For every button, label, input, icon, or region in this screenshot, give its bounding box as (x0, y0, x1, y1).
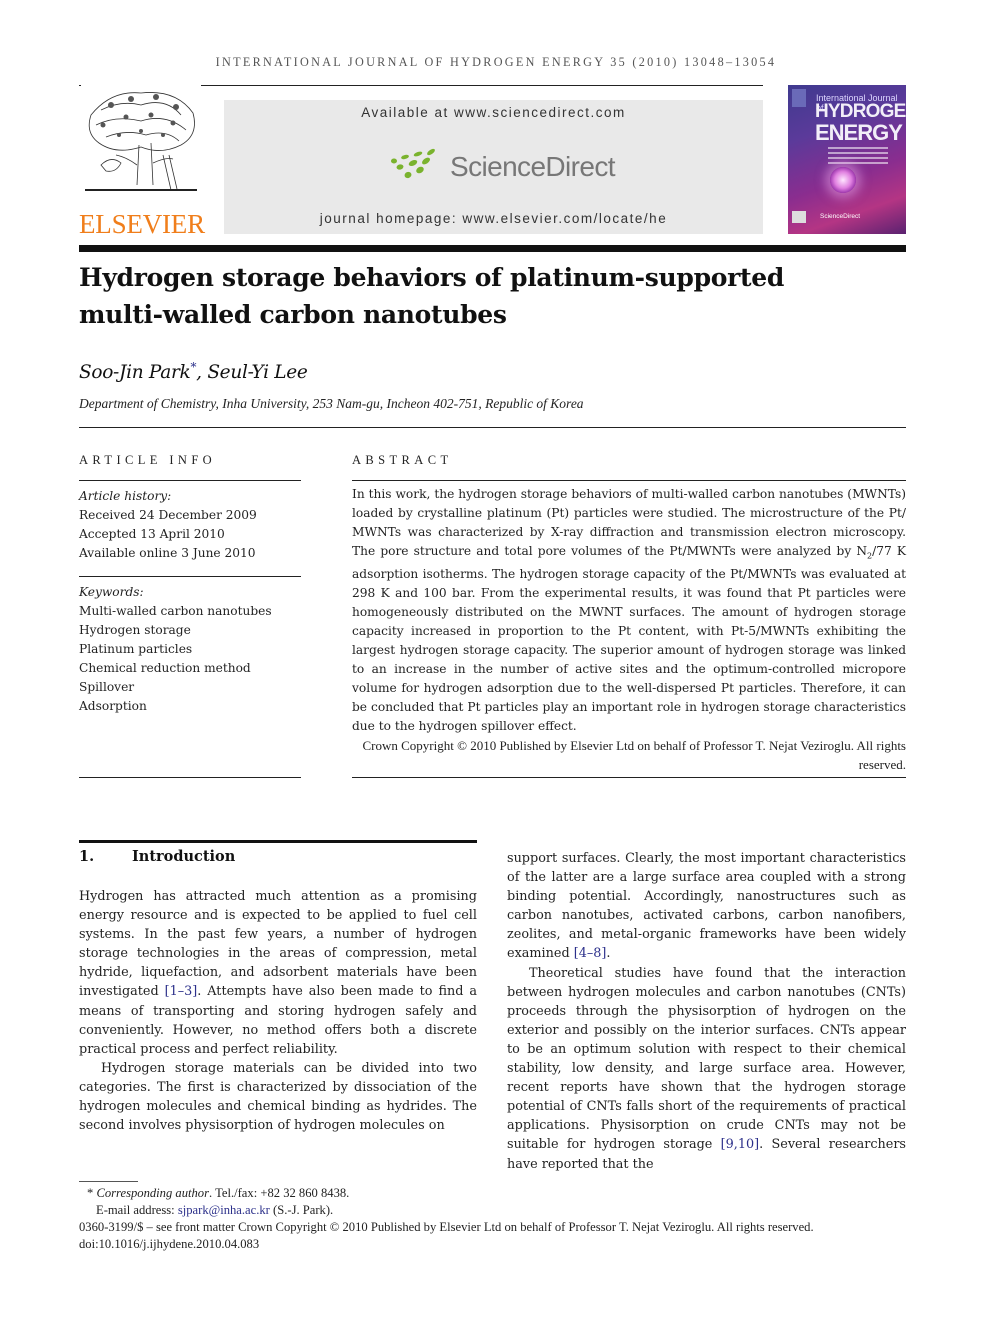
paragraph: Theoretical studies have found that the … (507, 964, 906, 1174)
sciencedirect-logo[interactable]: ScienceDirect (388, 147, 618, 187)
abstract-body: In this work, the hydrogen storage behav… (352, 485, 906, 774)
corresponding-author-label: Corresponding author (96, 1186, 209, 1200)
section-title: Introduction (132, 848, 236, 865)
abstract-copyright: Crown Copyright © 2010 Published by Else… (362, 738, 906, 773)
journal-cover-image[interactable]: International Journal of HYDROGEN ENERGY… (788, 85, 906, 234)
article-history-label: Article history: (79, 489, 172, 503)
paragraph: Hydrogen has attracted much attention as… (79, 887, 477, 1059)
cover-title-line2: HYDROGEN (815, 101, 906, 122)
email-label: E-mail address: (96, 1203, 178, 1217)
article-history: Article history: Received 24 December 20… (79, 487, 301, 563)
footnotes: * Corresponding author. Tel./fax: +82 32… (79, 1185, 919, 1253)
email-suffix: (S.-J. Park). (269, 1203, 334, 1217)
section-heading: 1. Introduction (79, 848, 235, 865)
elsevier-tree-icon (81, 85, 201, 197)
abstract-text-part1: In this work, the hydrogen storage behav… (352, 487, 906, 558)
email-link[interactable]: sjpark@inha.ac.kr (178, 1203, 270, 1217)
abstract-text-part2: /77 K adsorption isotherms. The hydrogen… (352, 544, 906, 734)
sciencedirect-dots-icon (391, 148, 435, 179)
history-keywords-rule (79, 576, 301, 577)
keyword-item: Multi-walled carbon nanotubes (79, 604, 272, 618)
article-info-heading: Article info (79, 453, 217, 467)
keyword-item: Platinum particles (79, 642, 193, 656)
author-separator: , (196, 362, 208, 384)
affiliation: Department of Chemistry, Inha University… (79, 396, 584, 411)
author-name[interactable]: Seul-Yi Lee (207, 362, 308, 383)
issn-copyright-line: 0360-3199/$ – see front matter Crown Cop… (79, 1220, 814, 1234)
abstract-rule (352, 480, 906, 481)
masthead-bottom-rule (79, 245, 906, 252)
keywords: Keywords: Multi-walled carbon nanotubes … (79, 583, 301, 716)
telephone: . Tel./fax: +82 32 860 8438. (209, 1186, 350, 1200)
sciencedirect-banner: Available at www.sciencedirect.com Scien… (224, 100, 763, 234)
cover-title-line3: ENERGY (815, 120, 903, 145)
citation-link[interactable]: [1–3] (165, 984, 198, 999)
paragraph-text: support surfaces. Clearly, the most impo… (507, 851, 906, 962)
footnote-rule (79, 1181, 138, 1182)
available-at-link[interactable]: Available at www.sciencedirect.com (224, 105, 763, 120)
running-head: International Journal of Hydrogen Energy… (215, 55, 777, 69)
author-name[interactable]: Soo-Jin Park (79, 362, 191, 383)
article-info-rule (79, 480, 301, 481)
email-note: E-mail address: sjpark@inha.ac.kr (S.-J.… (79, 1202, 919, 1219)
history-item: Available online 3 June 2010 (79, 546, 256, 560)
elsevier-cover-logo-icon (792, 89, 806, 107)
paragraph-text: Hydrogen has attracted much attention as… (79, 889, 477, 1000)
title-line-1: Hydrogen storage behaviors of platinum-s… (79, 263, 785, 292)
paragraph: Hydrogen storage materials can be divide… (79, 1060, 477, 1134)
doi[interactable]: doi:10.1016/j.ijhydene.2010.04.083 (79, 1236, 919, 1253)
citation-link[interactable]: [4–8] (574, 946, 607, 961)
paragraph-text: Theoretical studies have found that the … (507, 965, 906, 1153)
title-line-2: multi-walled carbon nanotubes (79, 300, 507, 329)
body-column-left: Hydrogen has attracted much attention as… (79, 887, 477, 1135)
keywords-label: Keywords: (79, 585, 144, 599)
keyword-item: Hydrogen storage (79, 623, 191, 637)
cover-editors-text (828, 147, 888, 167)
paragraph: support surfaces. Clearly, the most impo… (507, 849, 906, 964)
corresponding-author-note: * Corresponding author. Tel./fax: +82 32… (79, 1185, 919, 1202)
elsevier-logo[interactable]: ELSEVIER (79, 85, 205, 239)
intro-heading-rule (79, 840, 477, 843)
article-title: Hydrogen storage behaviors of platinum-s… (79, 259, 909, 333)
history-item: Received 24 December 2009 (79, 508, 257, 522)
keyword-item: Adsorption (79, 699, 147, 713)
body-column-right: support surfaces. Clearly, the most impo… (507, 849, 906, 1174)
hydrogen-society-logo-icon (792, 211, 806, 223)
header-divider (79, 427, 906, 428)
cover-sciencedirect-logo: ScienceDirect (820, 213, 861, 220)
footnote-mark: * (87, 1186, 94, 1200)
citation-link[interactable]: [9,10] (721, 1137, 759, 1152)
keyword-item: Chemical reduction method (79, 661, 251, 675)
article-info-bottom-rule (79, 777, 301, 778)
author-list: Soo-Jin Park*, Seul-Yi Lee (79, 360, 308, 383)
abstract-heading: Abstract (352, 453, 453, 467)
keyword-item: Spillover (79, 680, 135, 694)
journal-homepage-link[interactable]: journal homepage: www.elsevier.com/locat… (224, 211, 763, 226)
cover-orb-graphic (830, 167, 856, 193)
history-item: Accepted 13 April 2010 (79, 527, 225, 541)
abstract-bottom-rule (352, 777, 906, 778)
section-number: 1. (79, 848, 95, 865)
sciencedirect-wordmark: ScienceDirect (450, 151, 616, 182)
elsevier-wordmark: ELSEVIER (79, 209, 205, 239)
paragraph-text: . (606, 946, 611, 962)
